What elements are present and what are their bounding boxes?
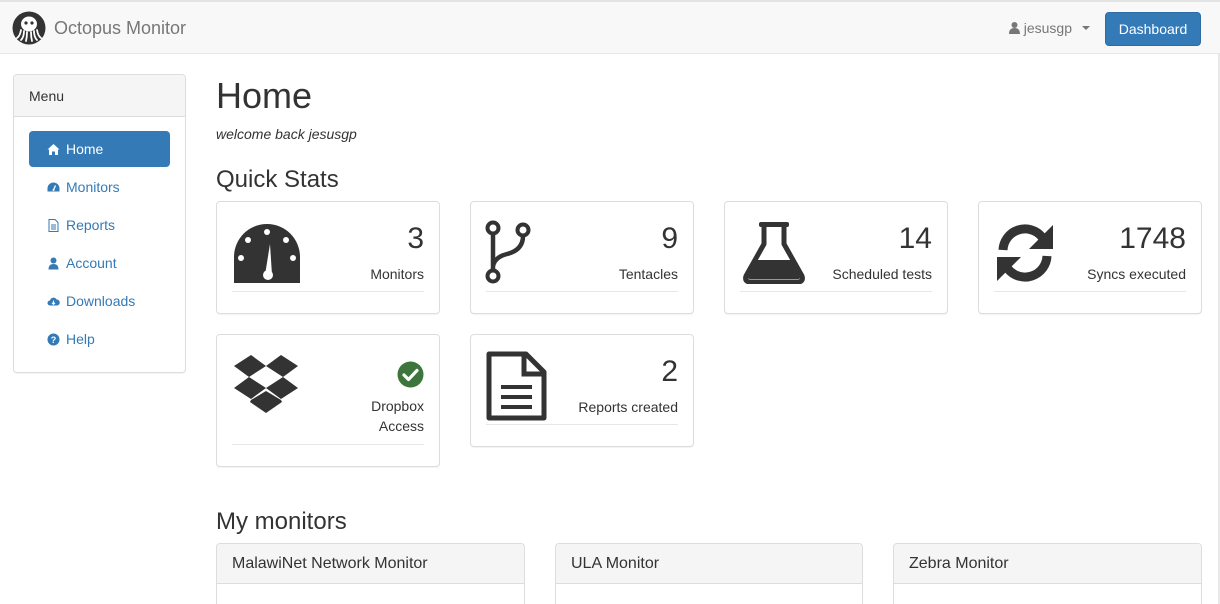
my-monitors-heading: My monitors <box>216 508 347 535</box>
sidebar-item-label: Help <box>66 331 95 347</box>
monitor-title[interactable]: MalawiNet Network Monitor <box>217 544 524 584</box>
dashboard-icon <box>47 182 60 191</box>
sidebar-item-label: Home <box>66 141 104 157</box>
stat-label: Monitors <box>370 266 424 282</box>
sidebar-item-label: Reports <box>66 217 116 233</box>
sidebar-item-help[interactable]: ? Help <box>29 321 170 357</box>
monitor-card: ULA Monitor <box>555 543 863 604</box>
stat-value: 14 <box>898 222 932 255</box>
stat-label-line2: Access <box>378 418 424 434</box>
sidebar-item-downloads[interactable]: Downloads <box>29 283 170 319</box>
file-icon <box>48 218 59 232</box>
stat-label-line1: Dropbox <box>371 398 424 414</box>
monitor-card: Zebra Monitor <box>893 543 1202 604</box>
quick-stats-heading: Quick Stats <box>216 166 339 193</box>
stat-value: 1748 <box>1119 222 1186 255</box>
flask-icon <box>743 222 805 284</box>
stat-card-syncs: 1748 Syncs executed <box>978 201 1202 314</box>
code-fork-icon <box>485 220 531 284</box>
stat-label: Tentacles <box>618 266 678 282</box>
divider <box>740 291 932 292</box>
home-icon <box>47 143 60 155</box>
sidebar-nav: Home Monitors Reports Account Downloads … <box>29 131 170 359</box>
brand-name: Octopus Monitor <box>54 17 187 38</box>
octopus-logo-icon <box>12 11 46 45</box>
file-text-icon <box>486 351 547 421</box>
stat-card-tentacles: 9 Tentacles <box>470 201 694 314</box>
question-circle-icon: ? <box>47 333 60 345</box>
stat-label: Syncs executed <box>1087 266 1186 282</box>
username: jesusgp <box>1023 20 1072 36</box>
check-circle-icon <box>397 361 424 388</box>
sidebar-item-reports[interactable]: Reports <box>29 207 170 243</box>
stat-label: Reports created <box>578 399 678 415</box>
stat-card-monitors: 3 Monitors <box>216 201 440 314</box>
user-icon <box>1008 22 1020 34</box>
dashboard-button[interactable]: Dashboard <box>1105 12 1201 46</box>
monitor-title[interactable]: Zebra Monitor <box>894 544 1201 584</box>
stat-value: 3 <box>407 222 424 255</box>
divider <box>994 291 1186 292</box>
user-icon <box>48 257 59 269</box>
chevron-down-icon <box>1082 26 1090 30</box>
sidebar-item-account[interactable]: Account <box>29 245 170 281</box>
brand-link[interactable]: Octopus Monitor <box>12 10 186 46</box>
stat-value: 9 <box>661 222 678 255</box>
cloud-download-icon <box>47 297 60 305</box>
sidebar-item-label: Monitors <box>66 179 120 195</box>
stat-card-reports: 2 Reports created <box>470 334 694 447</box>
sidebar-menu-panel: Menu Home Monitors Reports Account Downl… <box>13 74 186 373</box>
page-title: Home <box>216 75 313 116</box>
sidebar-item-monitors[interactable]: Monitors <box>29 169 170 205</box>
welcome-message: welcome back jesusgp <box>216 126 357 142</box>
stat-value: 2 <box>661 355 678 388</box>
divider <box>486 424 678 425</box>
sidebar-item-home[interactable]: Home <box>29 131 170 167</box>
divider <box>232 444 424 445</box>
stat-card-scheduled-tests: 14 Scheduled tests <box>724 201 948 314</box>
monitor-card: MalawiNet Network Monitor <box>216 543 525 604</box>
sidebar-heading: Menu <box>14 75 185 117</box>
top-navbar: Octopus Monitor jesusgp Dashboard <box>0 0 1220 54</box>
user-dropdown[interactable]: jesusgp <box>1008 20 1090 36</box>
monitor-title[interactable]: ULA Monitor <box>556 544 862 584</box>
sidebar-item-label: Account <box>66 255 117 271</box>
tachometer-icon <box>234 224 300 283</box>
dropbox-icon <box>234 355 298 413</box>
stat-card-dropbox: Dropbox Access <box>216 334 440 467</box>
svg-text:?: ? <box>51 334 57 344</box>
divider <box>232 291 424 292</box>
sidebar-item-label: Downloads <box>66 293 136 309</box>
stat-label: Scheduled tests <box>832 266 932 282</box>
divider <box>486 291 678 292</box>
refresh-icon <box>997 224 1053 282</box>
